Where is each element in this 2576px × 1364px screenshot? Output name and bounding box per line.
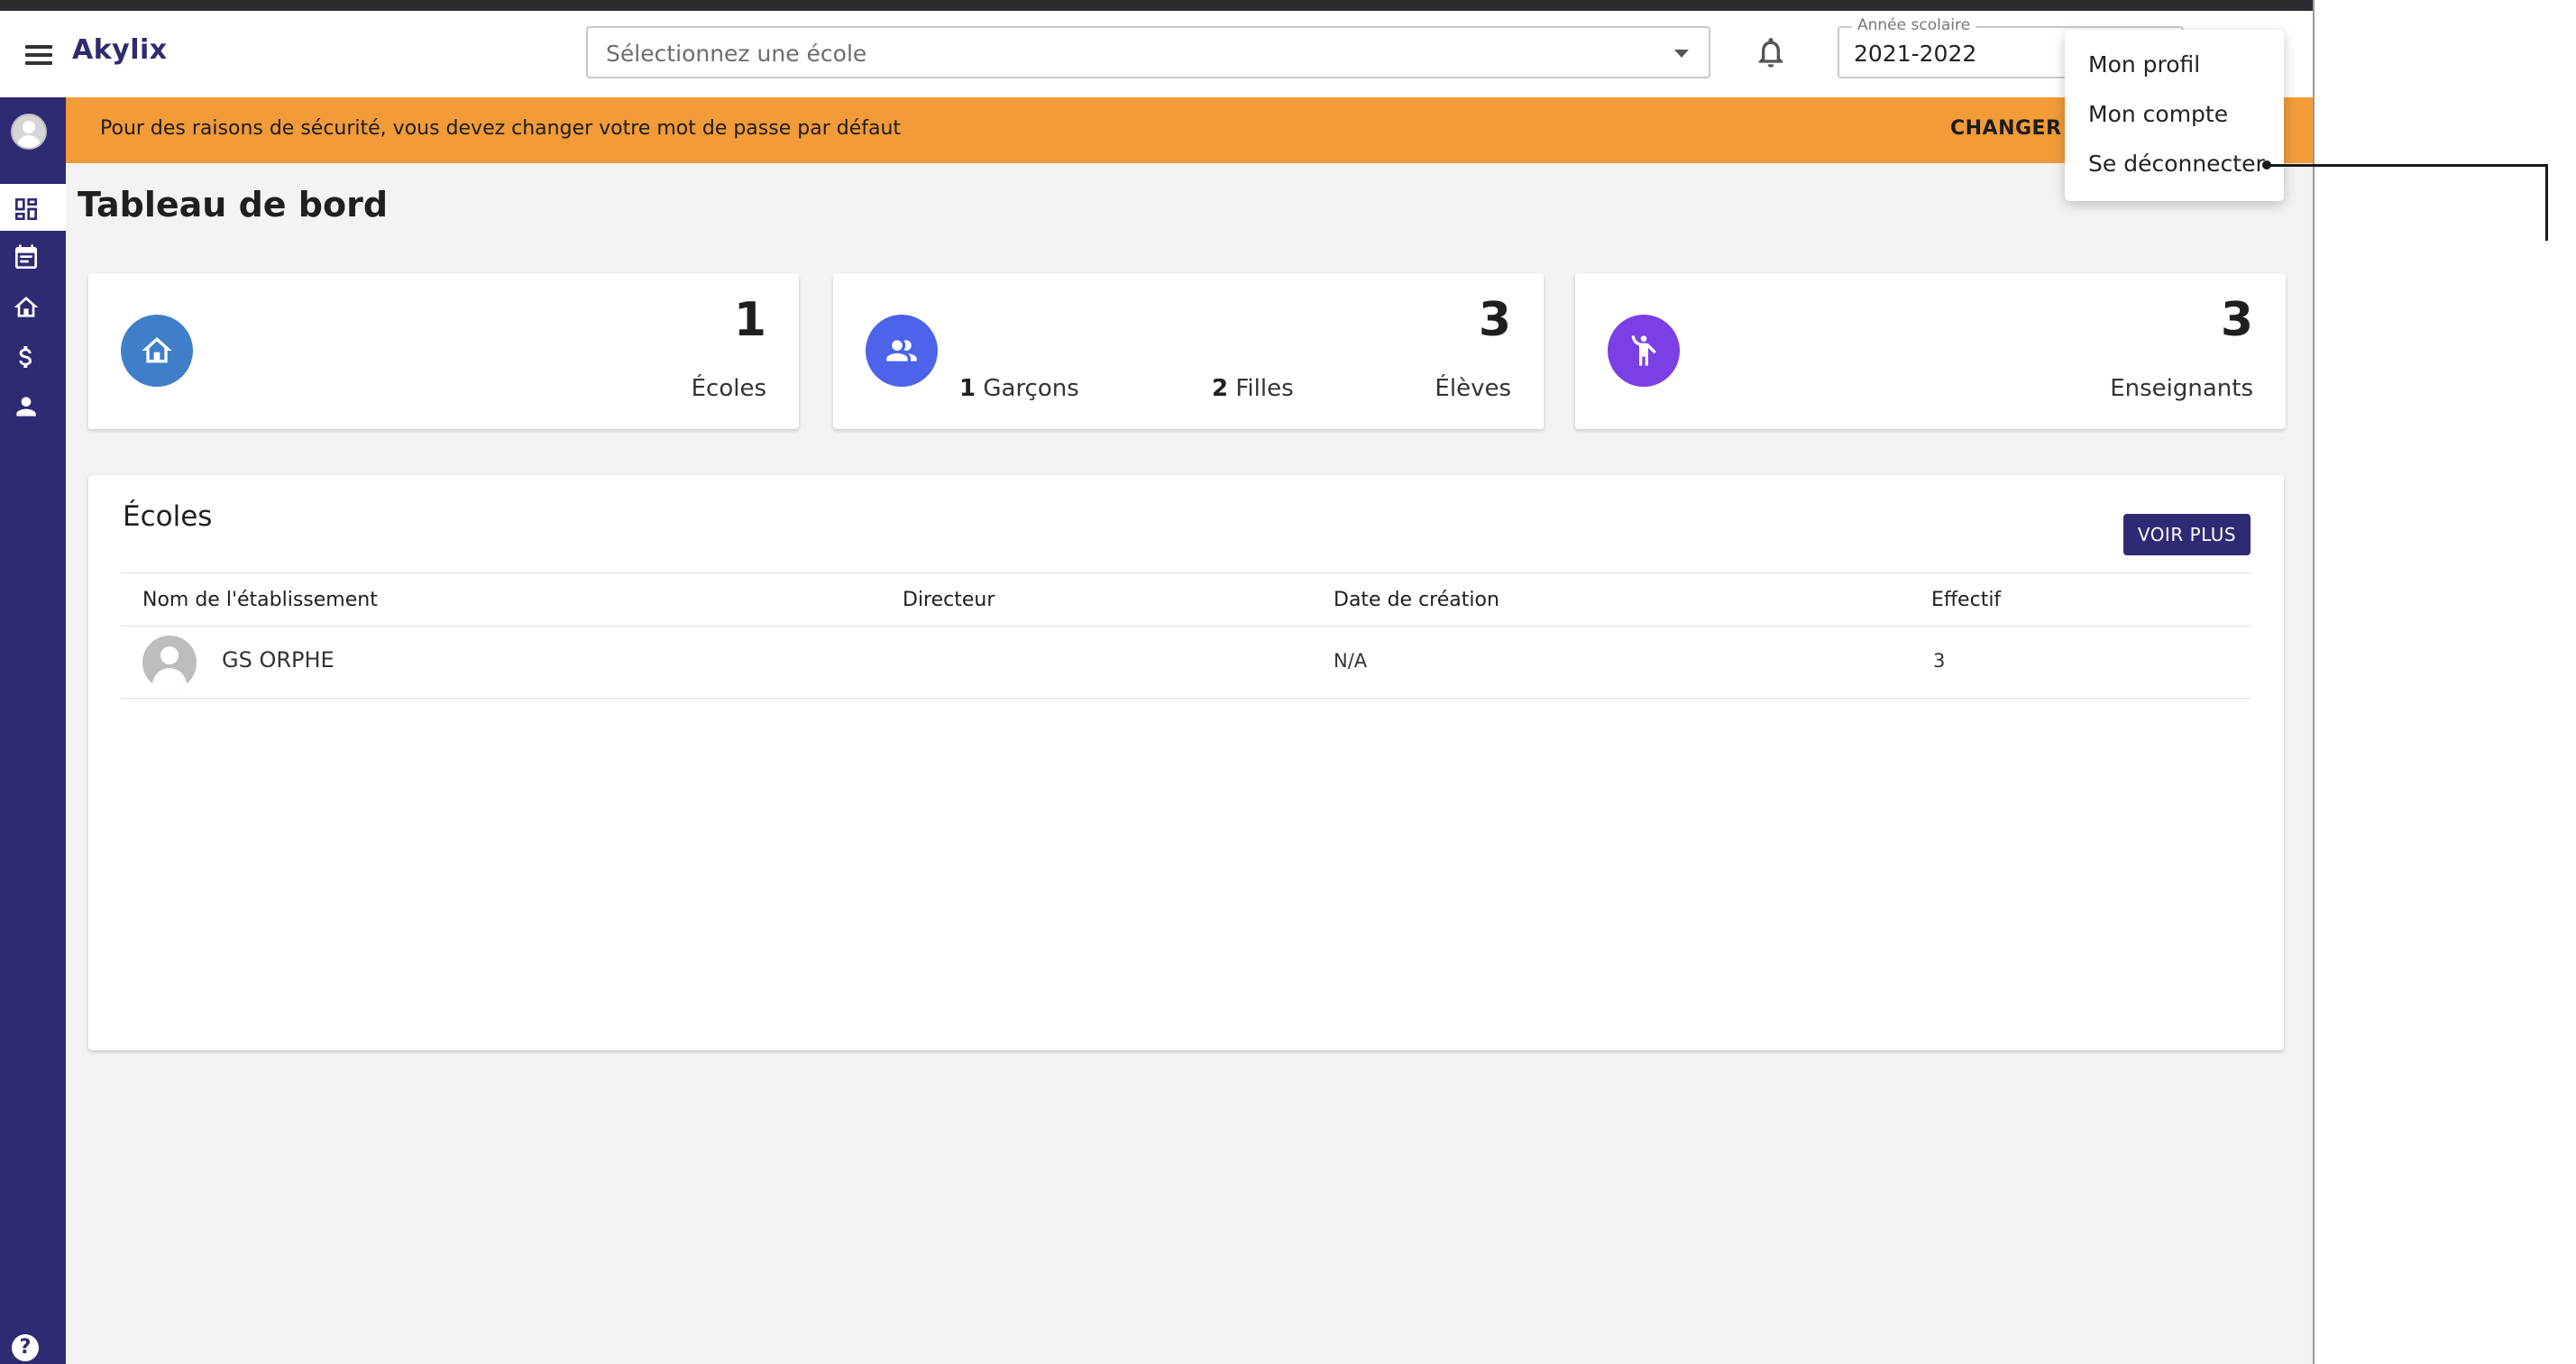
school-icon	[121, 315, 193, 387]
stat-card-students: 3 1 Garçons 2 Filles Élèves	[833, 273, 1544, 429]
table-header: Nom de l'établissement Directeur Date de…	[121, 572, 2251, 627]
top-app-bar: Akylix Sélectionnez une école Année scol…	[0, 11, 2313, 98]
menu-item-profile[interactable]: Mon profil	[2088, 51, 2200, 78]
help-icon[interactable]: ?	[12, 1334, 39, 1361]
hamburger-menu-icon[interactable]	[25, 45, 52, 65]
user-avatar[interactable]	[11, 114, 47, 150]
app-logo[interactable]: Akylix	[72, 34, 168, 66]
user-dropdown-menu: Mon profil Mon compte Se déconnecter	[2065, 30, 2284, 201]
window-right-border	[2313, 0, 2315, 1364]
app-window: Akylix Sélectionnez une école Année scol…	[0, 0, 2315, 1364]
sidebar-item-calendar[interactable]	[0, 233, 66, 279]
column-header-effectif[interactable]: Effectif	[1931, 589, 2001, 611]
calendar-icon	[15, 244, 37, 269]
schools-table-title: Écoles	[123, 500, 213, 533]
school-created: N/A	[1334, 650, 1368, 672]
page-title: Tableau de bord	[78, 185, 389, 224]
school-effectif: 3	[1933, 650, 1946, 672]
see-more-button[interactable]: VOIR PLUS	[2123, 514, 2251, 555]
sidebar-item-schools[interactable]	[0, 282, 66, 329]
menu-item-account[interactable]: Mon compte	[2088, 101, 2228, 127]
stat-card-teachers: 3 Enseignants	[1575, 273, 2286, 429]
sidebar: ?	[0, 97, 66, 1364]
home-icon	[14, 297, 39, 317]
table-row[interactable]: GS ORPHE N/A 3	[121, 626, 2251, 699]
students-count: 3	[1478, 293, 1511, 347]
teacher-icon	[1608, 315, 1680, 387]
chevron-down-icon	[1674, 50, 1689, 58]
teachers-label: Enseignants	[2110, 375, 2253, 402]
alert-message: Pour des raisons de sécurité, vous devez…	[100, 117, 902, 140]
dashboard-icon	[15, 198, 37, 220]
column-header-director[interactable]: Directeur	[903, 589, 995, 611]
school-year-label: Année scolaire	[1852, 16, 1976, 34]
callout-line	[2268, 164, 2548, 167]
notification-bell-icon[interactable]	[1753, 34, 1789, 70]
girls-count: 2 Filles	[1212, 375, 1294, 402]
stat-card-schools: 1 Écoles	[88, 273, 799, 429]
callout-line-vertical	[2545, 164, 2548, 241]
menu-item-logout[interactable]: Se déconnecter	[2088, 151, 2265, 177]
school-year-value: 2021-2022	[1854, 41, 1977, 67]
school-name: GS ORPHE	[222, 647, 335, 673]
school-select-placeholder: Sélectionnez une école	[606, 41, 867, 67]
column-header-created[interactable]: Date de création	[1334, 589, 1499, 611]
schools-table-card: Écoles VOIR PLUS Nom de l'établissement …	[88, 475, 2284, 1050]
teachers-count: 3	[2220, 293, 2253, 347]
sidebar-item-users[interactable]	[0, 381, 66, 428]
dollar-icon	[19, 346, 32, 368]
sidebar-item-dashboard[interactable]	[0, 184, 66, 231]
sidebar-item-finance[interactable]	[0, 332, 66, 379]
school-avatar	[142, 636, 197, 690]
schools-count: 1	[733, 293, 766, 347]
schools-label: Écoles	[691, 375, 766, 402]
students-label: Élèves	[1435, 375, 1511, 402]
school-select[interactable]: Sélectionnez une école	[586, 26, 1710, 78]
security-alert-banner: Pour des raisons de sécurité, vous devez…	[66, 97, 2313, 163]
students-icon	[866, 315, 938, 387]
person-icon	[16, 397, 36, 417]
column-header-name[interactable]: Nom de l'établissement	[142, 589, 378, 611]
boys-count: 1 Garçons	[959, 375, 1079, 402]
window-top-border	[0, 0, 2315, 11]
